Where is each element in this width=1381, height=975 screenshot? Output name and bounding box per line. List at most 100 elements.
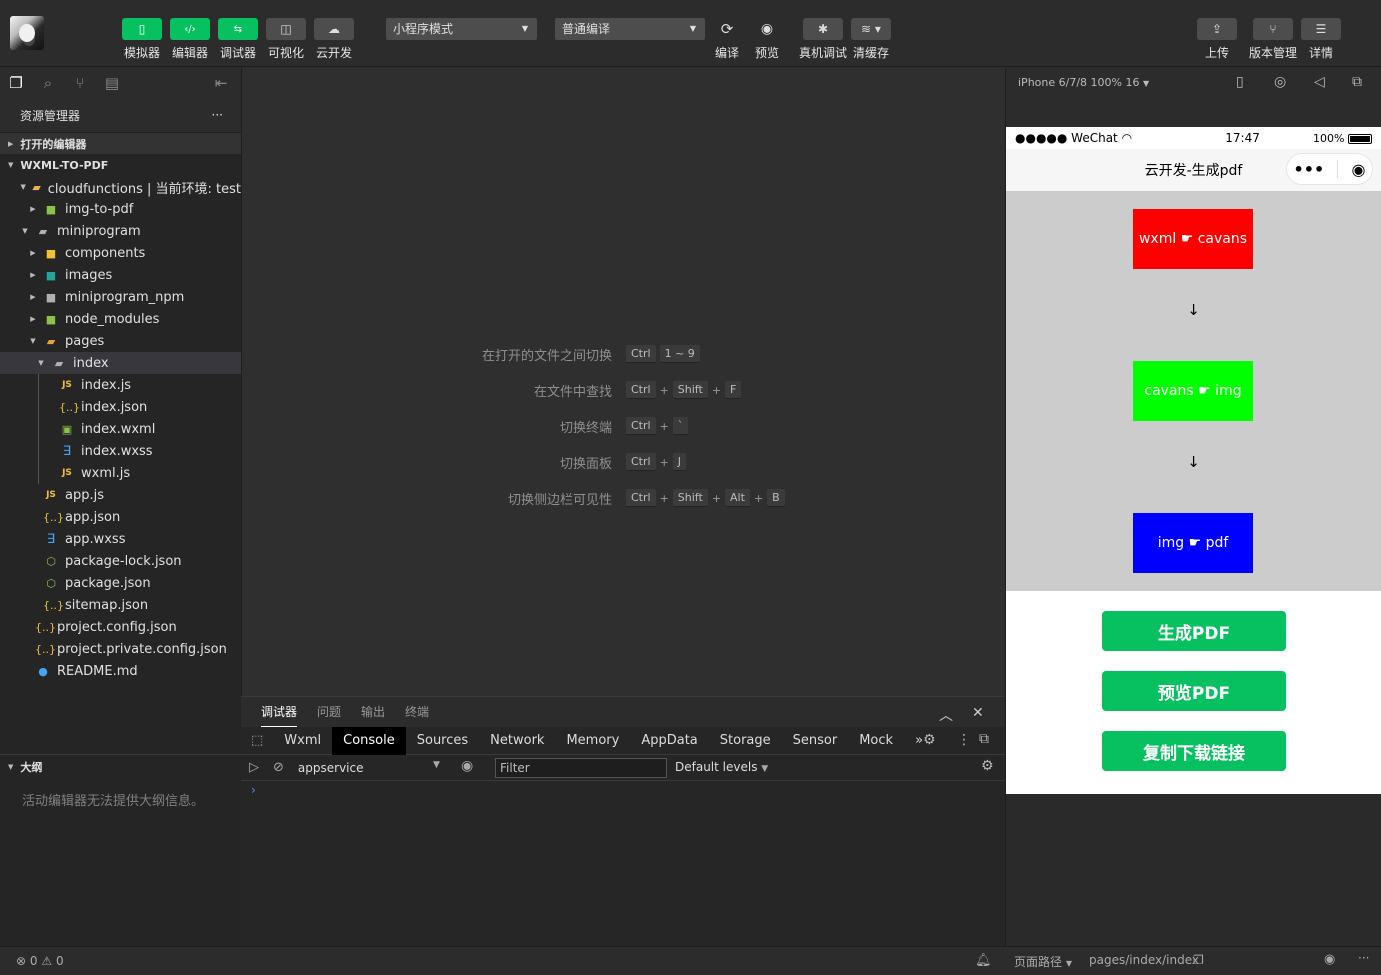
panel-divider[interactable] [1005,98,1006,946]
bell-icon[interactable]: 🔔︎ [975,953,992,968]
open-editors-section[interactable]: ▶ 打开的编辑器 [0,132,241,154]
source-control-icon[interactable]: ⑂ [64,68,96,98]
tab-debugger[interactable]: 调试器 [261,697,298,727]
simulator-button[interactable]: ▯ 模拟器 [122,18,162,61]
folder-open-icon: ▰ [46,334,56,348]
tree-item-index-wxss[interactable]: ∃ index.wxss [0,440,241,462]
devtools-tab-sensor[interactable]: Sensor [782,727,849,755]
tree-item-index-wxml[interactable]: ▣ index.wxml [0,418,241,440]
tree-item-label: cloudfunctions | 当前环境: test [47,181,241,197]
phone-icon[interactable]: ▯ [1236,74,1244,90]
tree-item-img-to-pdf[interactable]: ▶ ■ img-to-pdf [0,198,241,220]
bug-icon: ✱ [803,18,843,40]
log-levels-select[interactable]: Default levels ▼ [675,760,768,774]
tree-item-pages[interactable]: ▼ ▰ pages [0,330,241,352]
devtools-tab-memory[interactable]: Memory [555,727,630,755]
upload-button[interactable]: ⇪ 上传 [1197,18,1237,61]
tree-item-package-json[interactable]: ⬡ package.json [0,572,241,594]
clear-console-icon[interactable]: ⊘ [273,760,284,775]
phone-nav-bar: 云开发-生成pdf ••• ◉ [1006,149,1381,191]
cloud-button[interactable]: ☁ 云开发 [314,18,354,61]
volume-icon[interactable]: ◁ [1314,74,1325,90]
tree-item-package-lock-json[interactable]: ⬡ package-lock.json [0,550,241,572]
more-icon[interactable]: ··· [1358,951,1369,965]
tree-item-node-modules[interactable]: ▶ ■ node_modules [0,308,241,330]
gear-icon[interactable]: ⚙ [981,758,994,774]
tree-item-project-private-config-json[interactable]: {..} project.private.config.json [0,638,241,660]
page-path-select[interactable]: 页面路径 ▼ [1014,953,1072,970]
devtools-tab-wxml[interactable]: Wxml [273,727,332,755]
files-icon[interactable]: ❐ [0,68,32,98]
mode-select[interactable]: 小程序模式 ▼ [386,18,537,40]
tab-terminal[interactable]: 终端 [405,697,429,727]
tree-item-wxml-js[interactable]: JS wxml.js [0,462,241,484]
device-debug-button[interactable]: ✱ 真机调试 [799,18,847,61]
copy-icon[interactable]: ❐ [1193,953,1204,967]
avatar[interactable] [10,16,44,50]
tree-item-label: node_modules [65,311,160,327]
project-label: WXML-TO-PDF [20,158,109,172]
tree-item-app-wxss[interactable]: ∃ app.wxss [0,528,241,550]
tree-item-index-json[interactable]: {..} index.json [0,396,241,418]
search-icon[interactable]: ⌕ [32,68,64,98]
problems-indicator[interactable]: ⊗ 0 ⚠ 0 [16,954,64,968]
undock-icon[interactable]: ⧉ [979,731,989,747]
more-icon[interactable]: ••• [1294,160,1325,179]
maximize-panel-icon[interactable]: ︿ [939,705,953,725]
preview-pdf-button[interactable]: 预览PDF [1102,671,1286,711]
more-icon[interactable]: ··· [212,108,223,122]
close-target-icon[interactable]: ◉ [1351,160,1365,179]
devtools-tab-storage[interactable]: Storage [709,727,782,755]
tree-item-app-json[interactable]: {..} app.json [0,506,241,528]
arrow-down: ↓ [1187,453,1200,471]
editor-button[interactable]: ‹/› 编辑器 [170,18,210,61]
filter-input[interactable]: Filter [495,758,667,778]
tree-item-images[interactable]: ▶ ■ images [0,264,241,286]
popout-icon[interactable]: ⧉ [1352,74,1362,90]
tree-item-miniprogram-npm[interactable]: ▶ ■ miniprogram_npm [0,286,241,308]
tree-item-miniprogram[interactable]: ▼ ▰ miniprogram [0,220,241,242]
record-icon[interactable]: ◎ [1274,74,1286,90]
devtools-tab-appdata[interactable]: AppData [630,727,708,755]
console-prompt[interactable]: › [251,783,256,797]
tree-item-app-js[interactable]: JS app.js [0,484,241,506]
tab-output[interactable]: 输出 [361,697,385,727]
collapse-sidebar-icon[interactable]: ⇤ [205,68,237,98]
compile-select[interactable]: 普通编译 ▼ [555,18,705,40]
details-button[interactable]: ☰ 详情 [1301,18,1341,61]
device-select[interactable]: iPhone 6/7/8 100% 16 ▼ [1018,76,1149,89]
extensions-icon[interactable]: ▤ [96,68,128,98]
project-section[interactable]: ▼ WXML-TO-PDF [0,154,241,176]
outline-section[interactable]: ▼ 大纲 [0,754,241,778]
version-button[interactable]: ⑂ 版本管理 [1249,18,1297,61]
devtools-tab-network[interactable]: Network [479,727,555,755]
clear-cache-button[interactable]: ≋ ▾ 清缓存 [851,18,891,61]
eye-icon[interactable]: ◉ [1324,952,1335,967]
tree-item-readme-md[interactable]: ● README.md [0,660,241,682]
context-select[interactable]: appservice [298,761,364,775]
compile-button[interactable]: ⟳ 编译 [707,18,747,61]
sidebar-toggle-icon[interactable]: ▷ [249,760,259,775]
devtools-tab-sources[interactable]: Sources [406,727,479,755]
generate-pdf-button[interactable]: 生成PDF [1102,611,1286,651]
tree-item-components[interactable]: ▶ ■ components [0,242,241,264]
eye-icon[interactable]: ◉ [461,758,473,774]
tab-problems[interactable]: 问题 [317,697,341,727]
inspect-element-icon[interactable]: ⬚ [241,727,273,755]
devtools-tab-console[interactable]: Console [332,726,406,755]
tree-item-sitemap-json[interactable]: {..} sitemap.json [0,594,241,616]
close-icon[interactable]: ✕ [972,705,984,721]
preview-button[interactable]: ◉ 预览 [747,18,787,61]
editor-area[interactable]: 在打开的文件之间切换 Ctrl 1 ~ 9 在文件中查找 Ctrl + Shif… [241,68,1005,696]
tree-item-project-config-json[interactable]: {..} project.config.json [0,616,241,638]
chevron-down-icon: ▼ [8,161,14,169]
kebab-menu-icon[interactable]: ⋮ [957,732,971,748]
copy-download-link-button[interactable]: 复制下载链接 [1102,731,1286,771]
devtools-tab-mock[interactable]: Mock [848,727,904,755]
tree-item-index-js[interactable]: JS index.js [0,374,241,396]
gear-icon[interactable]: ⚙ [923,732,936,748]
tree-item-cloudfunctions[interactable]: ▼ ▰ cloudfunctions | 当前环境: test [0,176,241,198]
visual-button[interactable]: ◫ 可视化 [266,18,306,61]
debugger-button[interactable]: ⇆ 调试器 [218,18,258,61]
tree-item-index-folder[interactable]: ▼ ▰ index [0,352,241,374]
